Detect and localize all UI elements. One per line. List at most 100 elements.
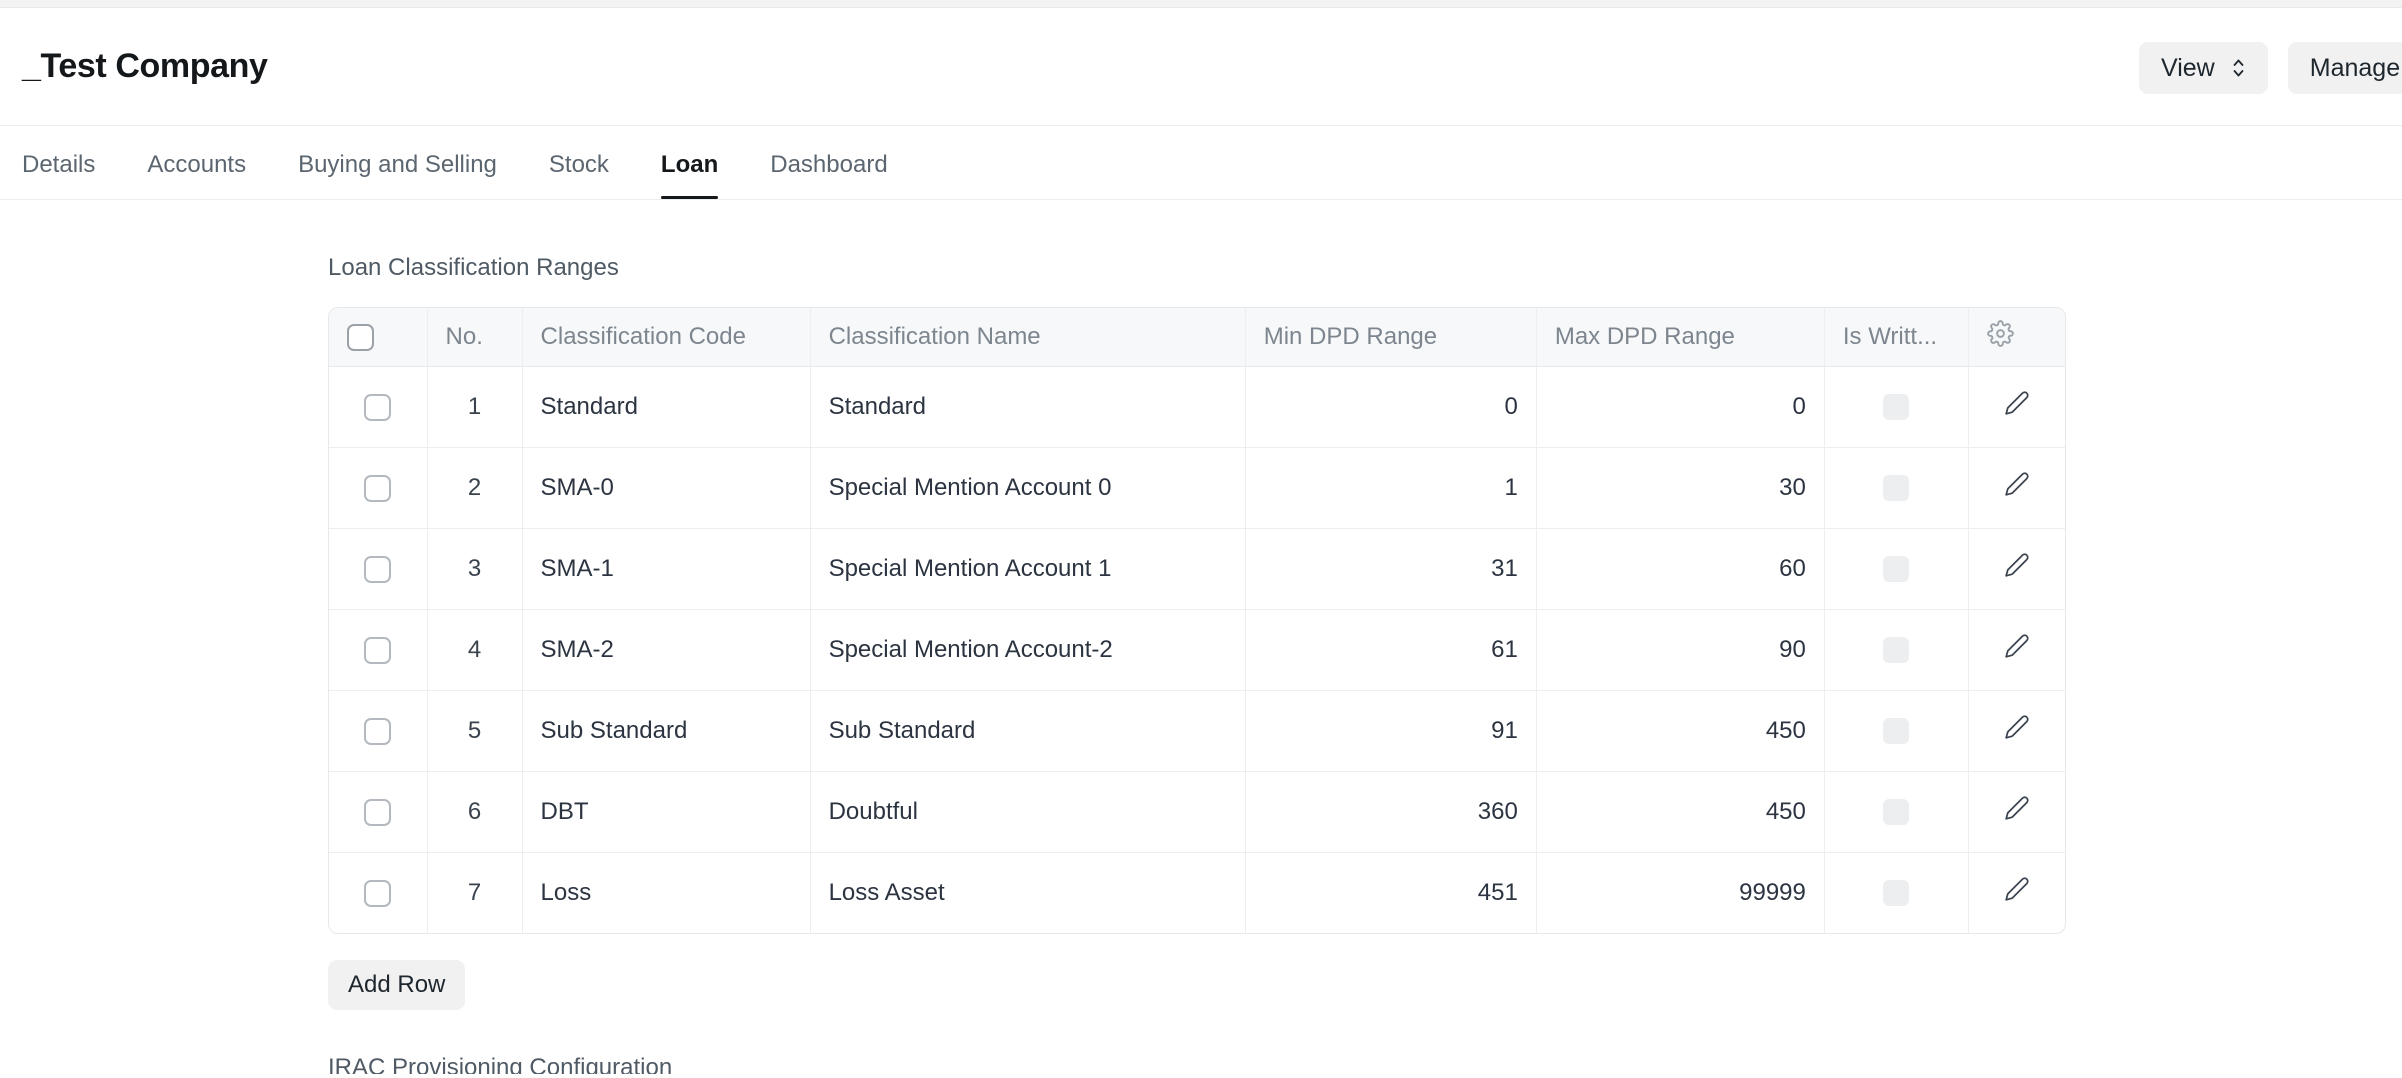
max-dpd-range-cell[interactable]: 99999 <box>1536 852 1824 933</box>
form-body: Loan Classification Ranges No. Classific… <box>0 200 2402 1074</box>
classification-name-cell[interactable]: Loss Asset <box>810 852 1245 933</box>
manage-button[interactable]: Manage <box>2288 42 2402 94</box>
tab-dashboard[interactable]: Dashboard <box>770 151 915 199</box>
gear-icon[interactable] <box>1987 320 2014 347</box>
edit-pencil-icon[interactable] <box>2004 471 2030 497</box>
classification-name-cell[interactable]: Special Mention Account 0 <box>810 447 1245 528</box>
table-row[interactable]: 3SMA-1Special Mention Account 13160 <box>329 528 2065 609</box>
is-written-off-checkbox[interactable] <box>1883 394 1909 420</box>
is-written-off-checkbox[interactable] <box>1883 718 1909 744</box>
is-written-off-checkbox[interactable] <box>1883 475 1909 501</box>
edit-pencil-icon[interactable] <box>2004 876 2030 902</box>
row-edit-cell <box>1968 852 2065 933</box>
select-all-checkbox[interactable] <box>347 324 374 351</box>
table-row[interactable]: 4SMA-2Special Mention Account-26190 <box>329 609 2065 690</box>
classification-code-cell[interactable]: SMA-1 <box>522 528 810 609</box>
classification-code-cell[interactable]: DBT <box>522 771 810 852</box>
is-written-off-checkbox[interactable] <box>1883 556 1909 582</box>
tab-details[interactable]: Details <box>22 151 123 199</box>
table-row[interactable]: 2SMA-0Special Mention Account 0130 <box>329 447 2065 528</box>
is-written-off-checkbox[interactable] <box>1883 880 1909 906</box>
tab-loan[interactable]: Loan <box>661 151 746 199</box>
table-row[interactable]: 6DBTDoubtful360450 <box>329 771 2065 852</box>
column-header-min-dpd-range[interactable]: Min DPD Range <box>1245 308 1536 366</box>
is-written-off-cell <box>1824 852 1968 933</box>
max-dpd-range-cell[interactable]: 60 <box>1536 528 1824 609</box>
edit-pencil-icon[interactable] <box>2004 390 2030 416</box>
column-header-no[interactable]: No. <box>427 308 522 366</box>
row-select-checkbox[interactable] <box>364 637 391 664</box>
row-select-cell <box>329 690 427 771</box>
table-header: No. Classification Code Classification N… <box>329 308 2065 366</box>
classification-code-cell[interactable]: Loss <box>522 852 810 933</box>
min-dpd-range-cell[interactable]: 451 <box>1245 852 1536 933</box>
classification-code-cell[interactable]: Standard <box>522 366 810 447</box>
max-dpd-range-cell[interactable]: 90 <box>1536 609 1824 690</box>
row-number-cell: 5 <box>427 690 522 771</box>
max-dpd-range-cell[interactable]: 450 <box>1536 690 1824 771</box>
table-header-row: No. Classification Code Classification N… <box>329 308 2065 366</box>
header-actions: View Manage <box>2139 42 2402 94</box>
column-header-name[interactable]: Classification Name <box>810 308 1245 366</box>
classification-code-cell[interactable]: Sub Standard <box>522 690 810 771</box>
classification-name-cell[interactable]: Sub Standard <box>810 690 1245 771</box>
row-select-checkbox[interactable] <box>364 556 391 583</box>
max-dpd-range-cell[interactable]: 450 <box>1536 771 1824 852</box>
row-number-cell: 2 <box>427 447 522 528</box>
add-row-container: Add Row <box>328 960 2402 1010</box>
row-edit-cell <box>1968 609 2065 690</box>
classification-name-cell[interactable]: Special Mention Account-2 <box>810 609 1245 690</box>
table-body: 1StandardStandard002SMA-0Special Mention… <box>329 366 2065 933</box>
row-select-cell <box>329 447 427 528</box>
classification-code-cell[interactable]: SMA-0 <box>522 447 810 528</box>
table-row[interactable]: 1StandardStandard00 <box>329 366 2065 447</box>
row-select-checkbox[interactable] <box>364 799 391 826</box>
loan-classification-table: No. Classification Code Classification N… <box>329 308 2065 933</box>
is-written-off-cell <box>1824 609 1968 690</box>
is-written-off-checkbox[interactable] <box>1883 799 1909 825</box>
column-header-is-written-off[interactable]: Is Writt... <box>1824 308 1968 366</box>
classification-name-cell[interactable]: Doubtful <box>810 771 1245 852</box>
row-select-cell <box>329 852 427 933</box>
chevron-updown-icon <box>2231 56 2246 80</box>
column-header-max-dpd-range[interactable]: Max DPD Range <box>1536 308 1824 366</box>
max-dpd-range-cell[interactable]: 30 <box>1536 447 1824 528</box>
classification-code-cell[interactable]: SMA-2 <box>522 609 810 690</box>
max-dpd-range-cell[interactable]: 0 <box>1536 366 1824 447</box>
table-row[interactable]: 5Sub StandardSub Standard91450 <box>329 690 2065 771</box>
table-row[interactable]: 7LossLoss Asset45199999 <box>329 852 2065 933</box>
is-written-off-cell <box>1824 366 1968 447</box>
row-select-checkbox[interactable] <box>364 475 391 502</box>
is-written-off-cell <box>1824 447 1968 528</box>
view-button[interactable]: View <box>2139 42 2268 94</box>
is-written-off-checkbox[interactable] <box>1883 637 1909 663</box>
row-edit-cell <box>1968 771 2065 852</box>
row-number-cell: 1 <box>427 366 522 447</box>
column-header-code[interactable]: Classification Code <box>522 308 810 366</box>
edit-pencil-icon[interactable] <box>2004 552 2030 578</box>
min-dpd-range-cell[interactable]: 1 <box>1245 447 1536 528</box>
edit-pencil-icon[interactable] <box>2004 714 2030 740</box>
tab-buying-and-selling[interactable]: Buying and Selling <box>298 151 525 199</box>
min-dpd-range-cell[interactable]: 31 <box>1245 528 1536 609</box>
row-select-cell <box>329 366 427 447</box>
edit-pencil-icon[interactable] <box>2004 795 2030 821</box>
row-select-cell <box>329 771 427 852</box>
min-dpd-range-cell[interactable]: 360 <box>1245 771 1536 852</box>
edit-pencil-icon[interactable] <box>2004 633 2030 659</box>
classification-name-cell[interactable]: Special Mention Account 1 <box>810 528 1245 609</box>
tab-stock[interactable]: Stock <box>549 151 637 199</box>
min-dpd-range-cell[interactable]: 91 <box>1245 690 1536 771</box>
add-row-button[interactable]: Add Row <box>328 960 465 1010</box>
tab-accounts[interactable]: Accounts <box>147 151 274 199</box>
row-select-cell <box>329 609 427 690</box>
row-select-checkbox[interactable] <box>364 394 391 421</box>
row-edit-cell <box>1968 528 2065 609</box>
row-edit-cell <box>1968 366 2065 447</box>
min-dpd-range-cell[interactable]: 0 <box>1245 366 1536 447</box>
row-number-cell: 3 <box>427 528 522 609</box>
row-select-checkbox[interactable] <box>364 718 391 745</box>
row-select-checkbox[interactable] <box>364 880 391 907</box>
classification-name-cell[interactable]: Standard <box>810 366 1245 447</box>
min-dpd-range-cell[interactable]: 61 <box>1245 609 1536 690</box>
